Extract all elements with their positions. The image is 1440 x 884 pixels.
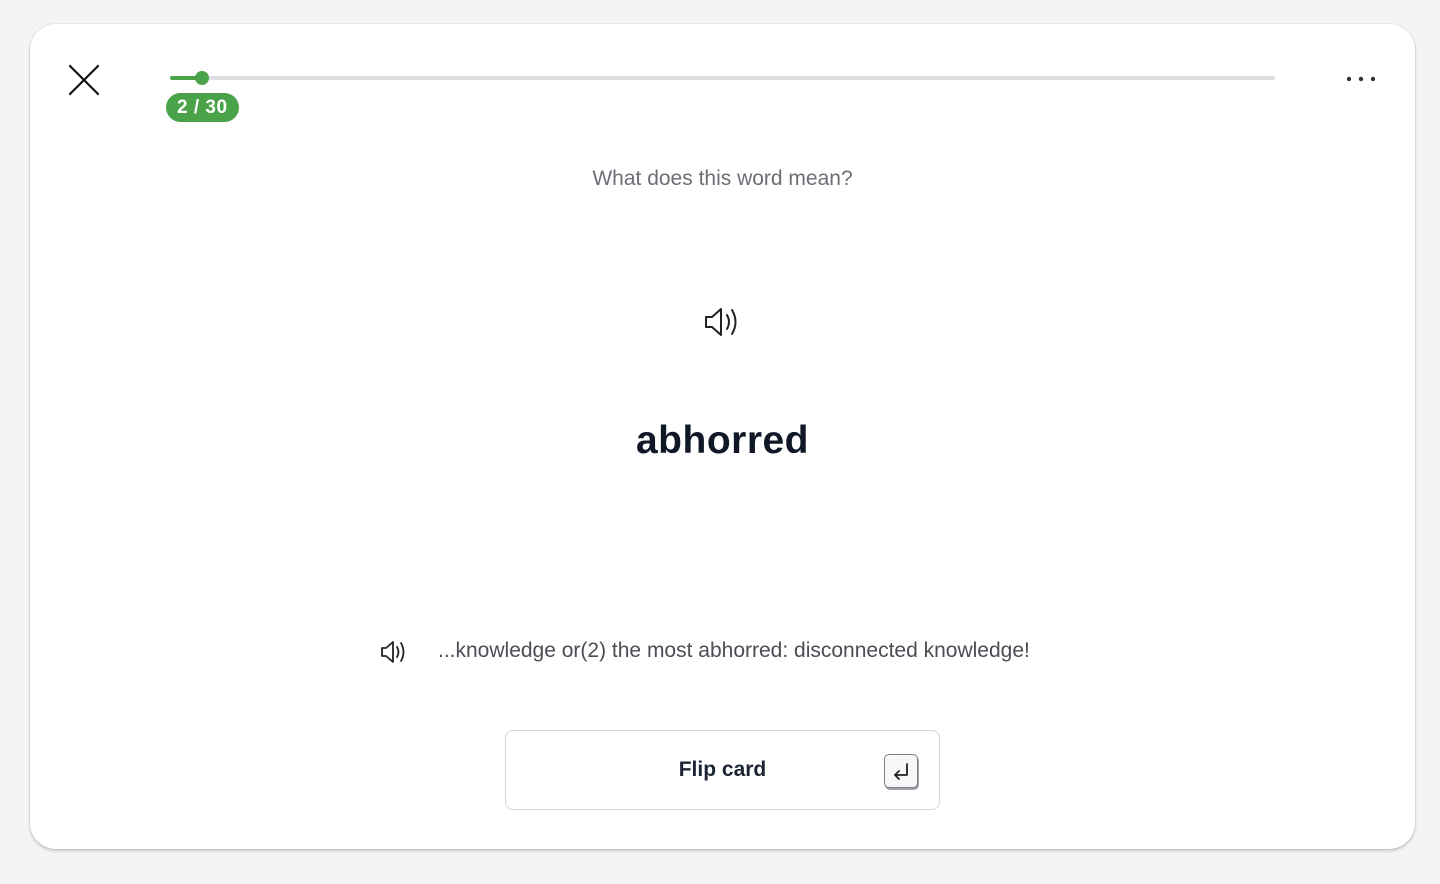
more-options-button[interactable] [1344,68,1378,90]
flip-card-label: Flip card [678,758,767,781]
progress-bar [170,71,1275,85]
speaker-icon [381,641,405,663]
close-button[interactable] [66,62,102,98]
progress-knob [195,71,210,85]
enter-key-icon [884,754,918,788]
more-horizontal-icon [1346,76,1376,82]
close-icon [68,64,100,96]
flashcard-panel: 2 / 30 What does this word mean? abhorre… [30,24,1415,849]
speaker-icon [705,308,737,336]
progress-counter-badge: 2 / 30 [166,93,239,122]
question-prompt: What does this word mean? [592,167,853,190]
example-sentence: ...knowledge or(2) the most abhorred: di… [438,639,1030,662]
flip-card-button[interactable]: Flip card [505,730,940,810]
vocabulary-word: abhorred [635,419,810,462]
play-word-audio-button[interactable] [703,304,743,340]
play-example-audio-button[interactable] [380,639,408,665]
